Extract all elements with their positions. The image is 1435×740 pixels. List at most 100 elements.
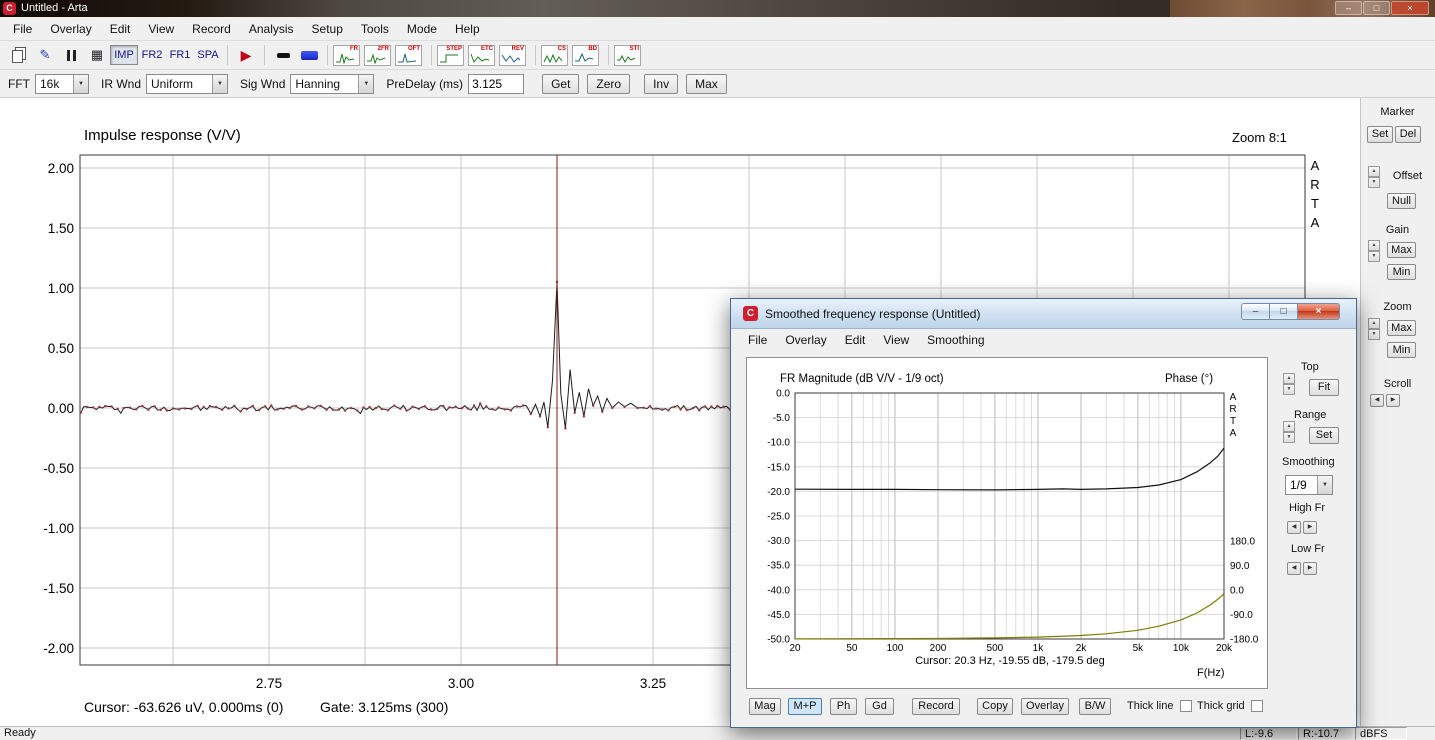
offset-spinner[interactable]: ▲ ▼	[1368, 166, 1380, 188]
svg-text:0.0: 0.0	[1230, 586, 1244, 597]
svg-text:1.50: 1.50	[48, 221, 74, 236]
svg-text:-0.50: -0.50	[43, 461, 74, 476]
arta-watermark: ARTA	[1229, 392, 1237, 439]
spin-up-icon: ▲	[1368, 240, 1380, 251]
scroll-left-button[interactable]: ◀	[1370, 394, 1384, 407]
copy-button[interactable]: Copy	[977, 698, 1013, 715]
arta-application: C Untitled - Arta – □ × File Overlay Edi…	[0, 0, 1435, 740]
svg-text:3.25: 3.25	[640, 676, 666, 691]
low-fr-right-button[interactable]: ▶	[1303, 562, 1317, 575]
dialog-menu-edit[interactable]: Edit	[836, 331, 875, 349]
spin-up-icon: ▲	[1368, 166, 1380, 177]
low-fr-left-button[interactable]: ◀	[1287, 562, 1301, 575]
arta-watermark: ARTA	[1310, 158, 1320, 230]
svg-text:20: 20	[789, 643, 801, 654]
dialog-menubar: File Overlay Edit View Smoothing	[731, 329, 1356, 351]
dialog-maximize-button[interactable]: □	[1270, 303, 1298, 320]
svg-text:500: 500	[987, 643, 1004, 654]
overlay-button[interactable]: Overlay	[1021, 698, 1069, 715]
svg-text:1.00: 1.00	[48, 281, 74, 296]
spin-down-icon: ▼	[1368, 329, 1380, 340]
scroll-right-button[interactable]: ▶	[1386, 394, 1400, 407]
zoom-label: Zoom	[1383, 301, 1412, 313]
mag-phase-button[interactable]: M+P	[788, 698, 822, 715]
gain-spinner[interactable]: ▲ ▼	[1368, 240, 1380, 262]
high-fr-label: High Fr	[1289, 502, 1326, 514]
range-spinner[interactable]: ▲ ▼	[1283, 421, 1295, 443]
thick-line-checkbox[interactable]	[1180, 700, 1192, 712]
left-level-indicator: L:-9.6	[1240, 727, 1297, 740]
high-fr-right-button[interactable]: ▶	[1303, 521, 1317, 534]
svg-text:90.0: 90.0	[1230, 561, 1250, 572]
svg-text:0.0: 0.0	[776, 389, 790, 400]
dialog-menu-view[interactable]: View	[874, 331, 918, 349]
spin-down-icon: ▼	[1283, 384, 1295, 395]
mag-button[interactable]: Mag	[749, 698, 781, 715]
gain-label: Gain	[1385, 224, 1410, 236]
svg-text:-1.50: -1.50	[43, 581, 74, 596]
impulse-gate-status: Gate: 3.125ms (300)	[320, 699, 449, 715]
svg-text:-50.0: -50.0	[767, 635, 790, 646]
dialog-menu-smoothing[interactable]: Smoothing	[918, 331, 993, 349]
svg-text:2.00: 2.00	[48, 161, 74, 176]
spin-down-icon: ▼	[1368, 251, 1380, 262]
arta-dialog-icon: C	[743, 306, 758, 321]
phase-button[interactable]: Ph	[830, 698, 857, 715]
svg-text:-35.0: -35.0	[767, 561, 790, 572]
dialog-menu-file[interactable]: File	[739, 331, 776, 349]
dialog-close-button[interactable]: ×	[1298, 303, 1340, 320]
svg-text:20k: 20k	[1216, 643, 1233, 654]
zoom-spinner[interactable]: ▲ ▼	[1368, 318, 1380, 340]
chevron-down-icon[interactable]: ▼	[1317, 476, 1332, 494]
fr-magnitude-plot[interactable]: 0.0 -5.0 -10.0 -15.0 -20.0 -25.0 -30.0 -35.0 -40…	[747, 358, 1269, 690]
svg-text:0.00: 0.00	[48, 401, 74, 416]
svg-text:-1.00: -1.00	[43, 521, 74, 536]
top-spinner[interactable]: ▲ ▼	[1283, 373, 1295, 395]
fr-chart-header: FR Magnitude (dB V/V - 1/9 oct)	[780, 373, 944, 385]
spin-down-icon: ▼	[1283, 432, 1295, 443]
smoothing-select[interactable]: 1/9 ▼	[1285, 475, 1333, 495]
spin-up-icon: ▲	[1283, 421, 1295, 432]
dialog-titlebar[interactable]: C Smoothed frequency response (Untitled)…	[731, 299, 1356, 329]
top-label: Top	[1301, 361, 1319, 373]
svg-text:100: 100	[887, 643, 904, 654]
svg-text:-90.0: -90.0	[1230, 610, 1253, 621]
low-fr-label: Low Fr	[1291, 543, 1325, 555]
thick-line-label: Thick line	[1127, 700, 1174, 712]
fr-cursor-status: Cursor: 20.3 Hz, -19.55 dB, -179.5 deg	[915, 655, 1105, 667]
maximize-button[interactable]: □	[1363, 1, 1390, 15]
zoom-min-button[interactable]: Min	[1387, 342, 1416, 358]
svg-text:200: 200	[930, 643, 947, 654]
gain-max-button[interactable]: Max	[1387, 242, 1416, 258]
dialog-minimize-button[interactable]: –	[1241, 303, 1270, 320]
bw-button[interactable]: B/W	[1079, 698, 1111, 715]
dialog-menu-overlay[interactable]: Overlay	[776, 331, 835, 349]
svg-text:3.00: 3.00	[448, 676, 474, 691]
thick-grid-checkbox[interactable]	[1251, 700, 1263, 712]
svg-text:10k: 10k	[1173, 643, 1190, 654]
close-button[interactable]: ×	[1391, 1, 1429, 15]
marker-set-button[interactable]: Set	[1367, 126, 1393, 143]
impulse-zoom-label: Zoom 8:1	[1232, 130, 1287, 145]
right-level-indicator: R:-10.7	[1298, 727, 1354, 740]
marker-del-button[interactable]: Del	[1395, 126, 1421, 143]
range-set-button[interactable]: Set	[1309, 427, 1339, 444]
svg-text:-25.0: -25.0	[767, 512, 790, 523]
status-bar: Ready L:-9.6 R:-10.7 dBFS	[0, 726, 1435, 740]
zoom-max-button[interactable]: Max	[1387, 320, 1416, 336]
svg-text:1k: 1k	[1033, 643, 1045, 654]
svg-text:-5.0: -5.0	[773, 413, 791, 424]
spin-down-icon: ▼	[1368, 177, 1380, 188]
phase-header: Phase (°)	[1165, 373, 1214, 385]
gain-min-button[interactable]: Min	[1387, 264, 1416, 280]
record-button[interactable]: Record	[912, 698, 960, 715]
group-delay-button[interactable]: Gd	[865, 698, 894, 715]
offset-label: Offset	[1392, 170, 1423, 182]
scroll-label: Scroll	[1383, 378, 1412, 390]
high-fr-left-button[interactable]: ◀	[1287, 521, 1301, 534]
impulse-cursor-status: Cursor: -63.626 uV, 0.000ms (0)	[84, 699, 284, 715]
svg-text:-30.0: -30.0	[767, 536, 790, 547]
svg-text:-40.0: -40.0	[767, 585, 790, 596]
top-fit-button[interactable]: Fit	[1309, 379, 1339, 396]
offset-null-button[interactable]: Null	[1387, 193, 1416, 209]
